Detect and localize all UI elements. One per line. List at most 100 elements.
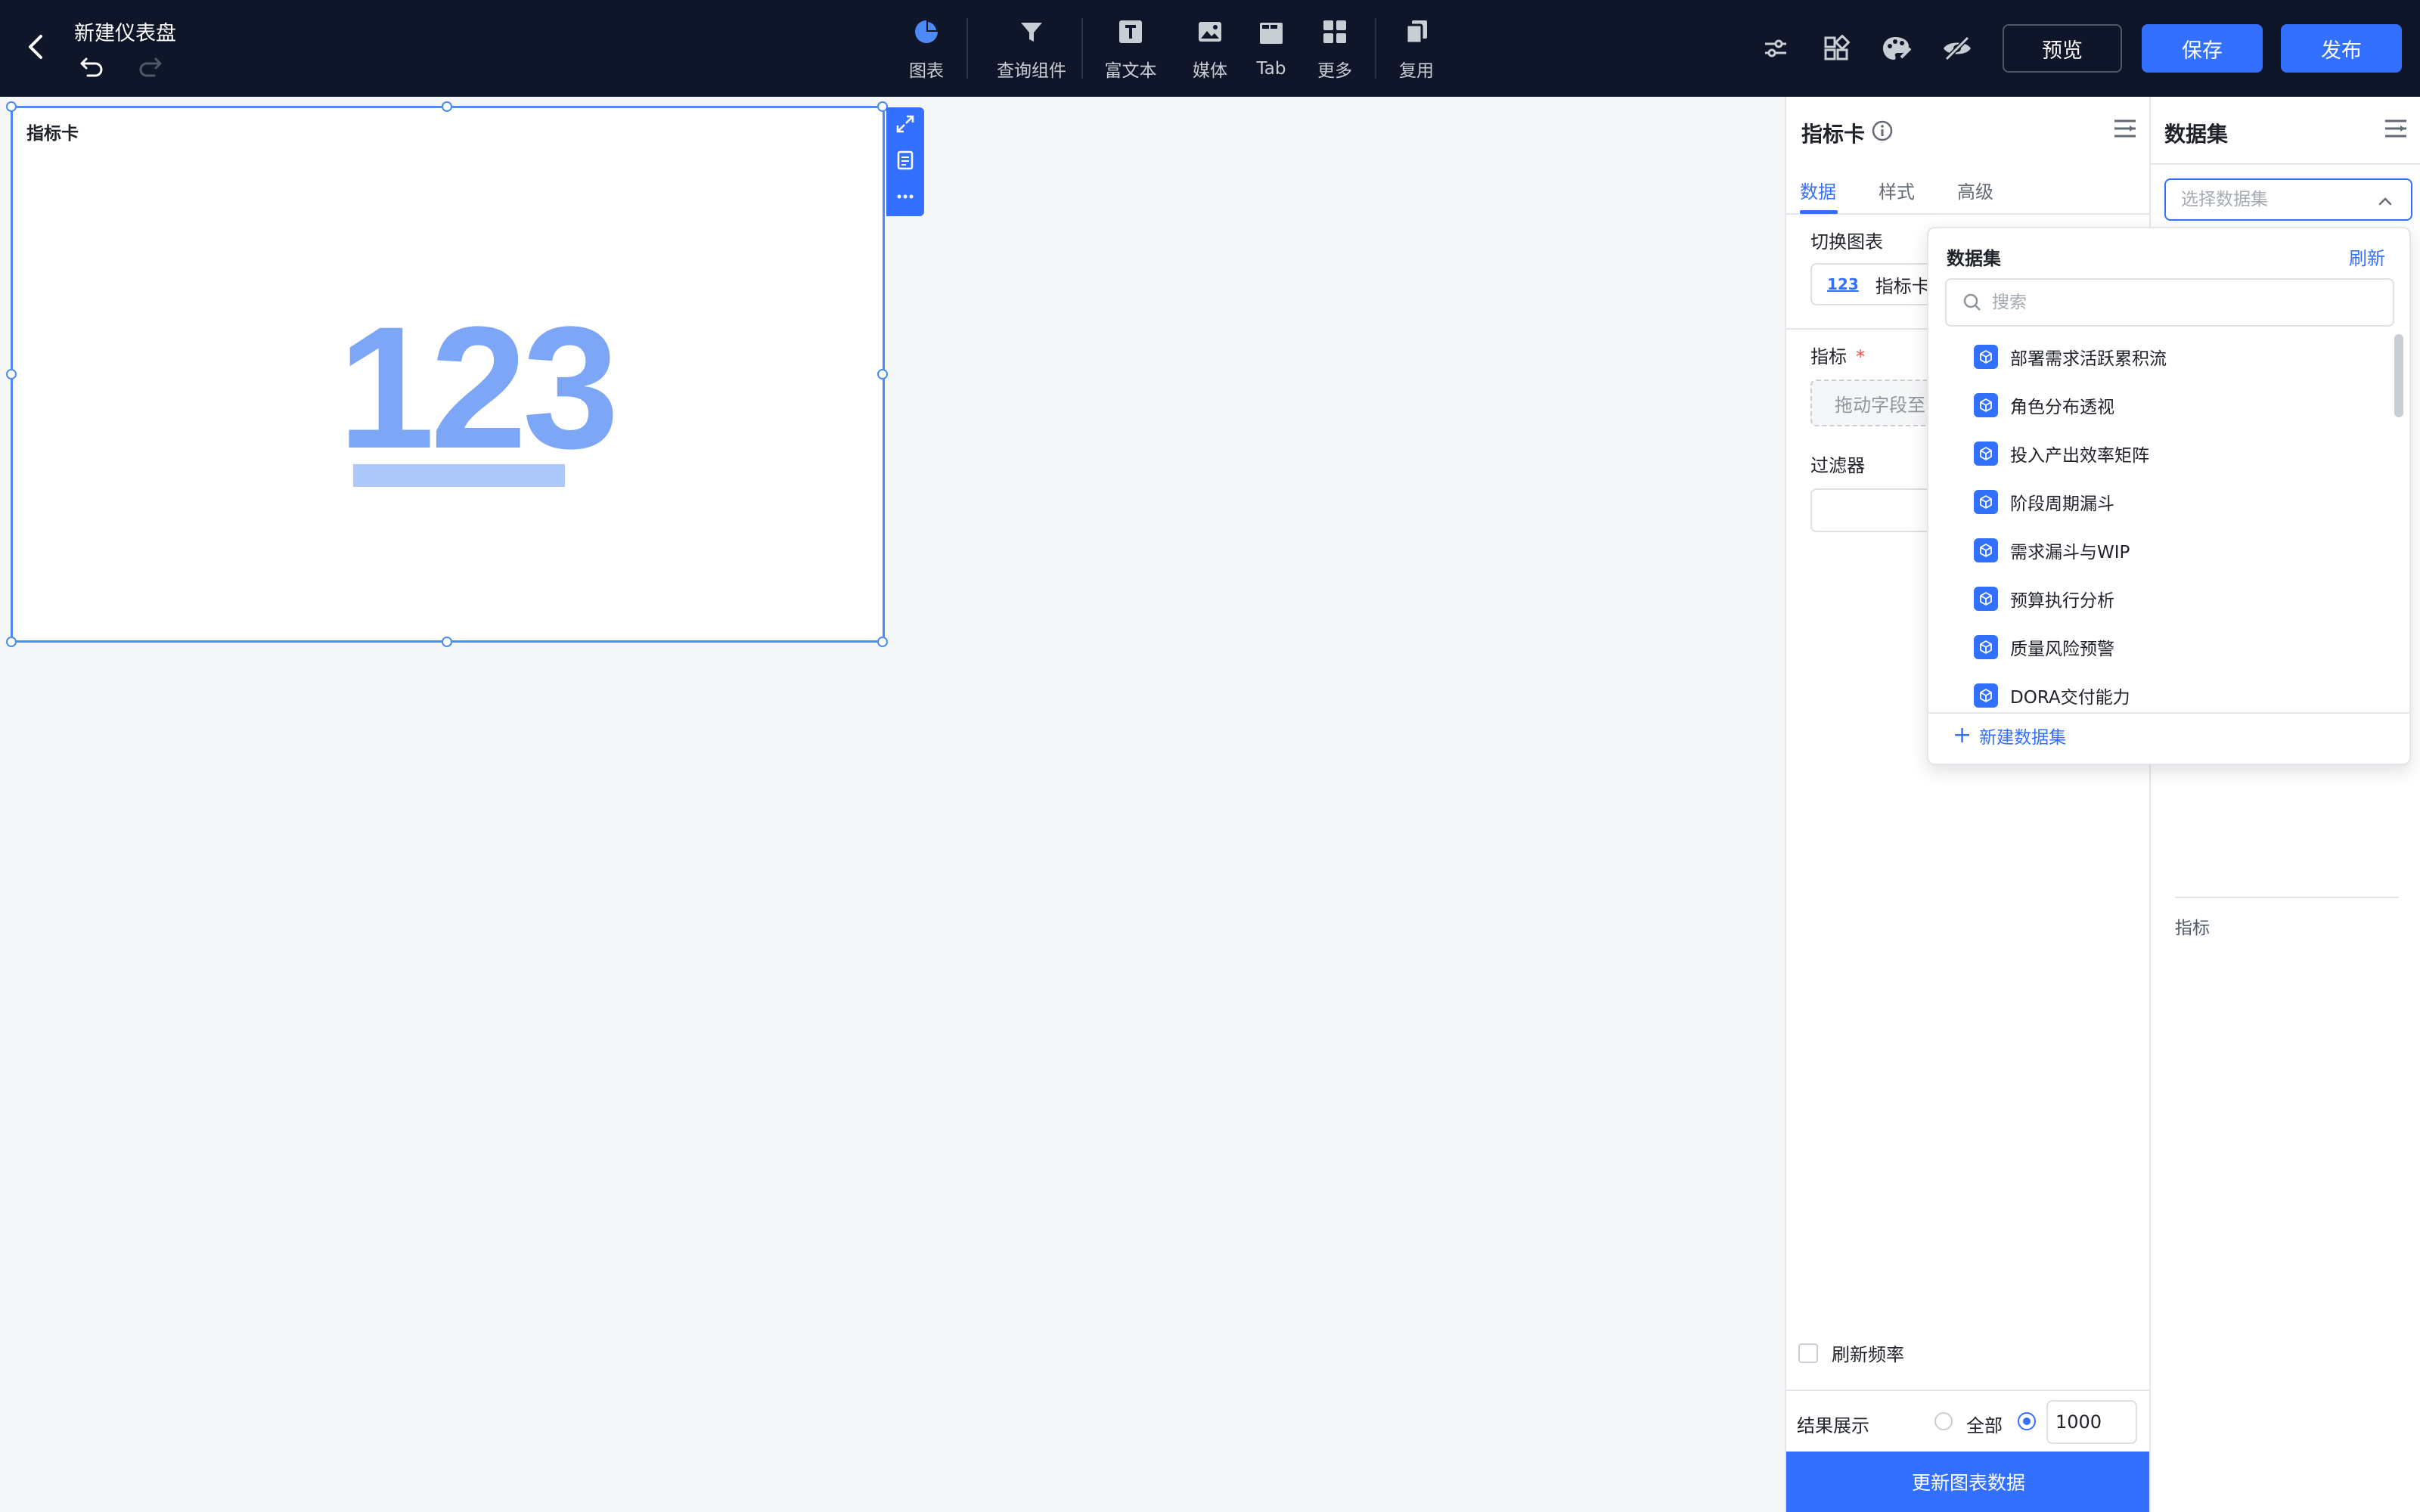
dataset-name: DORA交付能力 bbox=[2010, 688, 2130, 708]
dataset-name: 质量风险预警 bbox=[2010, 640, 2114, 659]
dataset-panel-title: 数据集 bbox=[2164, 122, 2229, 147]
undo-icon[interactable] bbox=[79, 53, 106, 80]
publish-button[interactable]: 发布 bbox=[2281, 24, 2402, 73]
dataset-search[interactable] bbox=[1945, 278, 2394, 327]
dataset-list-item[interactable]: 部署需求活跃累积流 bbox=[1928, 333, 2397, 381]
pie-chart-icon bbox=[910, 17, 943, 47]
refresh-frequency-toggle[interactable]: 刷新频率 bbox=[1798, 1340, 1904, 1366]
toolbar-reuse-button[interactable]: 复用 bbox=[1390, 17, 1443, 82]
required-mark: * bbox=[1856, 346, 1865, 367]
resize-handle[interactable] bbox=[877, 637, 888, 647]
dataset-cube-icon bbox=[1974, 538, 1998, 562]
card-title: 指标卡 bbox=[26, 124, 79, 144]
sliders-settings-icon[interactable] bbox=[1759, 32, 1792, 65]
dataset-metric-section-label: 指标 bbox=[2175, 919, 2210, 938]
toolbar-richtext-button[interactable]: 富文本 bbox=[1097, 17, 1165, 82]
layout-icon[interactable] bbox=[1820, 32, 1853, 65]
toolbar-label: 富文本 bbox=[1104, 61, 1157, 81]
dataset-select[interactable] bbox=[2164, 178, 2412, 221]
resize-handle[interactable] bbox=[877, 369, 888, 380]
dataset-cube-icon bbox=[1974, 442, 1998, 466]
dataset-search-input[interactable] bbox=[1992, 293, 2385, 312]
collapse-menu-icon[interactable] bbox=[2382, 115, 2409, 142]
dataset-list-item[interactable]: DORA交付能力 bbox=[1928, 671, 2397, 711]
metric-card-widget[interactable]: 指标卡 123 bbox=[11, 106, 885, 643]
resize-handle[interactable] bbox=[442, 637, 452, 647]
dataset-name: 角色分布透视 bbox=[2010, 398, 2114, 417]
refresh-link[interactable]: 刷新 bbox=[2349, 243, 2385, 270]
toolbar-media-button[interactable]: 媒体 bbox=[1180, 17, 1240, 82]
toolbar-label: 更多 bbox=[1317, 61, 1352, 81]
dataset-list-item[interactable]: 质量风险预警 bbox=[1928, 623, 2397, 671]
rich-text-icon bbox=[1114, 17, 1147, 47]
new-dataset-label: 新建数据集 bbox=[1979, 728, 2067, 748]
dataset-list-item[interactable]: 阶段周期漏斗 bbox=[1928, 478, 2397, 526]
dataset-list-item[interactable]: 需求漏斗与WIP bbox=[1928, 526, 2397, 575]
result-limit-radio[interactable] bbox=[2018, 1412, 2036, 1430]
preview-button[interactable]: 预览 bbox=[2003, 24, 2122, 73]
dashboard-title[interactable]: 新建仪表盘 bbox=[74, 17, 176, 46]
dataset-list-item[interactable]: 预算执行分析 bbox=[1928, 575, 2397, 623]
new-dataset-button[interactable]: + 新建数据集 bbox=[1953, 723, 2066, 748]
top-bar: 新建仪表盘 图表 查询组件 富文本 媒体 Tab 更多 复用 预览 保存 发布 bbox=[0, 0, 2420, 97]
document-icon[interactable] bbox=[892, 147, 919, 174]
card-action-bar bbox=[886, 107, 924, 216]
more-dots-icon[interactable] bbox=[892, 183, 919, 210]
result-all-radio[interactable] bbox=[1934, 1412, 1953, 1430]
resize-handle[interactable] bbox=[6, 637, 17, 647]
toolbar-divider bbox=[1375, 18, 1376, 79]
filter-funnel-icon bbox=[1015, 17, 1048, 47]
dataset-dropdown: 数据集 刷新 部署需求活跃累积流 角色分布透视 投入产出效率矩阵 阶 bbox=[1927, 227, 2411, 765]
dataset-list-item[interactable]: 角色分布透视 bbox=[1928, 381, 2397, 429]
toolbar-more-button[interactable]: 更多 bbox=[1308, 17, 1361, 82]
toolbar-query-button[interactable]: 查询组件 bbox=[988, 17, 1075, 82]
metric-placeholder: 123 bbox=[338, 290, 619, 487]
divider bbox=[1786, 1390, 2151, 1391]
dataset-list: 部署需求活跃累积流 角色分布透视 投入产出效率矩阵 阶段周期漏斗 需求漏斗与WI… bbox=[1928, 333, 2397, 711]
dataset-name: 需求漏斗与WIP bbox=[2010, 543, 2130, 562]
toolbar-label: 媒体 bbox=[1193, 61, 1227, 81]
update-chart-data-button[interactable]: 更新图表数据 bbox=[1786, 1452, 2151, 1512]
toolbar-chart-button[interactable]: 图表 bbox=[900, 17, 953, 82]
redo-icon[interactable] bbox=[136, 53, 163, 80]
grid-icon bbox=[1318, 17, 1351, 47]
toolbar-tab-button[interactable]: Tab bbox=[1245, 17, 1298, 82]
dataset-cube-icon bbox=[1974, 345, 1998, 369]
dataset-name: 投入产出效率矩阵 bbox=[2010, 446, 2149, 466]
dataset-list-item[interactable]: 投入产出效率矩阵 bbox=[1928, 429, 2397, 478]
info-icon[interactable] bbox=[1871, 119, 1894, 142]
theme-palette-icon[interactable] bbox=[1880, 32, 1913, 65]
dataset-cube-icon bbox=[1974, 683, 1998, 708]
metric-field-label-text: 指标 bbox=[1810, 346, 1847, 367]
dataset-name: 部署需求活跃累积流 bbox=[2010, 349, 2167, 369]
dataset-cube-icon bbox=[1974, 490, 1998, 514]
resize-handle[interactable] bbox=[442, 101, 452, 112]
expand-icon[interactable] bbox=[892, 110, 919, 138]
divider bbox=[2175, 897, 2399, 898]
result-limit-input[interactable] bbox=[2046, 1400, 2137, 1444]
result-display-label: 结果展示 bbox=[1797, 1415, 1869, 1436]
metric-field-label: 指标 * bbox=[1810, 342, 1865, 368]
eye-off-icon[interactable] bbox=[1941, 32, 1974, 65]
toolbar-divider bbox=[966, 18, 968, 79]
dataset-cube-icon bbox=[1974, 635, 1998, 659]
result-all-label: 全部 bbox=[1966, 1415, 2003, 1436]
tab-data[interactable]: 数据 bbox=[1800, 177, 1836, 203]
resize-handle[interactable] bbox=[6, 369, 17, 380]
tab-advanced[interactable]: 高级 bbox=[1957, 177, 1993, 203]
save-button[interactable]: 保存 bbox=[2142, 24, 2263, 73]
tab-style[interactable]: 样式 bbox=[1879, 177, 1915, 203]
divider bbox=[2151, 163, 2420, 165]
back-arrow-icon[interactable] bbox=[21, 30, 51, 64]
dataset-select-input[interactable] bbox=[2181, 190, 2355, 209]
refresh-frequency-checkbox[interactable] bbox=[1798, 1343, 1818, 1363]
dataset-list-scrollbar[interactable] bbox=[2394, 334, 2403, 417]
metric-placeholder-bar bbox=[353, 464, 565, 487]
config-tabs: 数据 样式 高级 bbox=[1786, 162, 2151, 215]
config-panel-title: 指标卡 bbox=[1801, 122, 1866, 147]
metric-placeholder-number: 123 bbox=[338, 290, 619, 485]
refresh-frequency-label: 刷新频率 bbox=[1832, 1344, 1904, 1365]
toolbar-label: 图表 bbox=[909, 61, 944, 81]
resize-handle[interactable] bbox=[6, 101, 17, 112]
collapse-menu-icon[interactable] bbox=[2111, 115, 2139, 142]
